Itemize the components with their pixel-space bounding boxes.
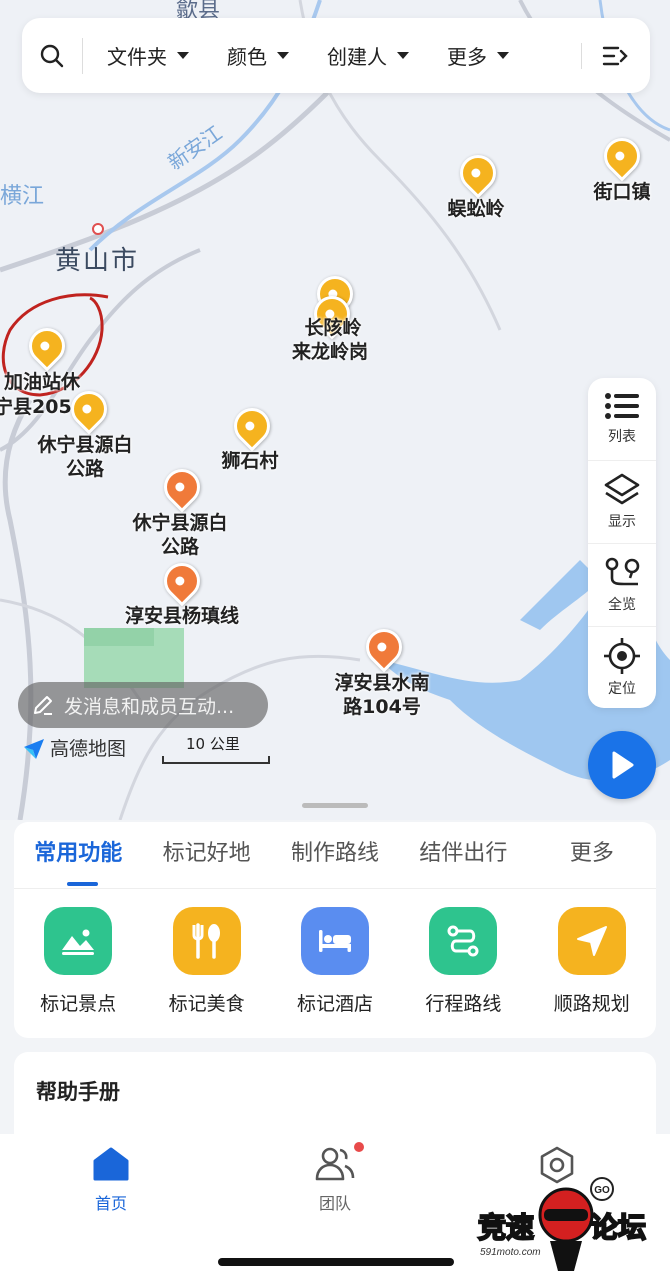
place-label: 来龙岭岗 (291, 341, 368, 363)
list-icon (605, 393, 639, 419)
map-scale: 10 公里 (162, 733, 270, 764)
home-indicator (218, 1258, 454, 1266)
trip-route-button[interactable]: 行程路线 (408, 907, 518, 1016)
search-icon (40, 44, 64, 67)
map-tools-panel: 列表 显示 全览 定位 (588, 378, 656, 708)
filter-color-dropdown[interactable]: 颜色 (227, 41, 289, 70)
place-label: 蜈蚣岭 (447, 198, 505, 220)
navigation-arrow-icon (576, 926, 607, 956)
chevron-down-icon (497, 52, 509, 59)
mark-hotel-button[interactable]: 标记酒店 (280, 907, 390, 1016)
tab-mark-places[interactable]: 标记好地 (142, 822, 270, 888)
function-tabs: 常用功能 标记好地 制作路线 结伴出行 更多 (14, 822, 656, 889)
forum-watermark: GO 竞速 论坛 591moto.com (477, 1177, 647, 1271)
amap-logo-icon (24, 738, 44, 759)
tab-indicator (67, 882, 98, 886)
locate-icon (604, 638, 640, 674)
overview-button[interactable]: 全览 (588, 544, 656, 627)
chevron-down-icon (177, 52, 189, 59)
city-label: 黄山市 (55, 246, 140, 276)
layers-button[interactable]: 显示 (588, 461, 656, 544)
place-label: 淳安县水南路104号 (334, 672, 430, 718)
mark-scenic-button[interactable]: 标记景点 (23, 907, 133, 1016)
collapse-menu-button[interactable] (581, 42, 650, 69)
route-overview-icon (605, 557, 640, 586)
play-icon (612, 751, 634, 779)
tab-travel-together[interactable]: 结伴出行 (399, 822, 527, 888)
nav-team[interactable]: 团队 (290, 1146, 380, 1214)
bed-icon (318, 930, 351, 952)
divider (82, 37, 83, 74)
list-button[interactable]: 列表 (588, 378, 656, 461)
tab-more[interactable]: 更多 (528, 822, 656, 888)
tab-common[interactable]: 常用功能 (14, 822, 142, 888)
place-label: 淳安县杨瑱线 (124, 605, 239, 627)
filter-more-dropdown[interactable]: 更多 (447, 41, 509, 70)
layers-icon (604, 473, 640, 505)
pencil-icon (34, 696, 52, 715)
route-icon (447, 925, 479, 957)
chevron-down-icon (277, 52, 289, 59)
search-button[interactable] (22, 43, 82, 69)
place-label: 长陔岭 (304, 317, 362, 339)
filter-folder-dropdown[interactable]: 文件夹 (107, 41, 189, 70)
tab-make-route[interactable]: 制作路线 (271, 822, 399, 888)
notification-dot (354, 1142, 364, 1152)
along-route-plan-button[interactable]: 顺路规划 (537, 907, 647, 1016)
home-icon (93, 1147, 129, 1181)
filter-bar: 文件夹 颜色 创建人 更多 (22, 18, 650, 93)
filter-creator-dropdown[interactable]: 创建人 (327, 41, 409, 70)
amap-logo: 高德地图 (22, 734, 126, 761)
watermark-brand-left: 竞速 (478, 1211, 534, 1244)
nav-home[interactable]: 首页 (66, 1146, 156, 1214)
chevron-down-icon (397, 52, 409, 59)
map-view[interactable]: 歙县 横江 新安江 黄山市 蜈蚣岭 街口镇 长陔岭 来龙岭岗 加油站休 宁县20… (0, 0, 670, 820)
play-track-button[interactable] (588, 731, 656, 799)
watermark-badge: GO (594, 1185, 610, 1196)
place-label: 狮石村 (221, 450, 279, 472)
function-card: 常用功能 标记好地 制作路线 结伴出行 更多 标记景点 标记美食 标记酒店 行程… (14, 822, 656, 1038)
message-input[interactable]: 发消息和成员互动... (18, 682, 268, 728)
place-label: 休宁县源白公路 (37, 434, 133, 480)
help-title: 帮助手册 (36, 1080, 120, 1104)
menu-collapse-icon (602, 46, 628, 65)
watermark-site: 591moto.com (480, 1247, 541, 1258)
locate-button[interactable]: 定位 (588, 627, 656, 709)
food-icon (192, 923, 220, 959)
river-label-left: 横江 (0, 184, 45, 209)
watermark-brand-right: 论坛 (590, 1211, 646, 1244)
drag-handle[interactable] (302, 803, 368, 808)
place-label: 休宁县源白公路 (132, 512, 228, 558)
scenery-icon (62, 929, 95, 955)
place-label: 街口镇 (593, 181, 651, 203)
team-icon (315, 1147, 355, 1181)
mark-food-button[interactable]: 标记美食 (152, 907, 262, 1016)
help-section[interactable]: 帮助手册 (14, 1052, 656, 1142)
